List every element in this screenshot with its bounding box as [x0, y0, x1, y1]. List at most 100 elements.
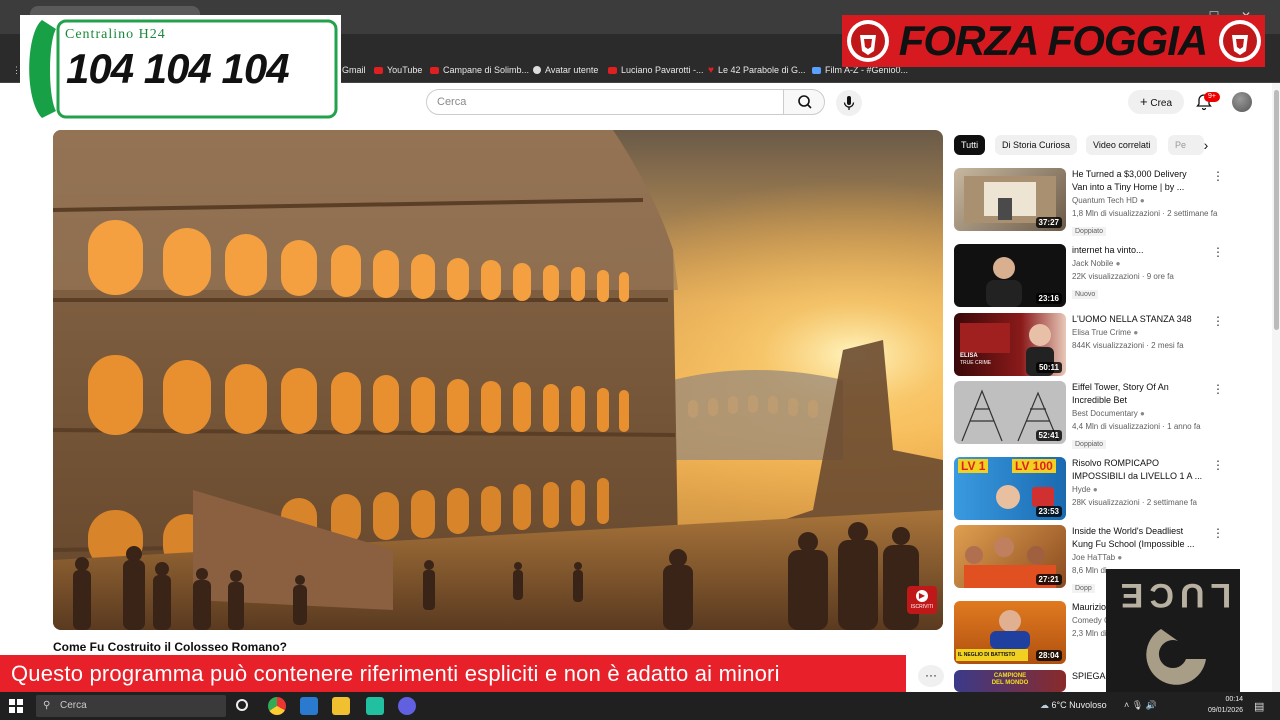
view-count: 1,8 Mln di visualizzazioni · 2 settimane… — [1072, 209, 1218, 218]
centralino-number: 104 104 104 — [66, 45, 290, 92]
thumb-label: TRUE CRIME — [960, 360, 992, 366]
mail-icon[interactable] — [300, 697, 318, 715]
kebab-menu-icon[interactable]: ⋮ — [1212, 315, 1224, 327]
windows-logo-icon — [9, 699, 23, 713]
verified-icon: ● — [1092, 485, 1098, 494]
channel-name[interactable]: Joe HaTTab — [1072, 553, 1115, 562]
video-thumbnail[interactable]: 37:27 — [954, 168, 1066, 231]
youtube-icon — [430, 66, 439, 74]
kebab-menu-icon[interactable]: ⋮ — [1212, 170, 1224, 182]
plus-icon: + — [1139, 94, 1148, 109]
view-count: 4,4 Mln di visualizzazioni · 1 anno fa — [1072, 422, 1201, 431]
recommendation-item[interactable]: 37:27 He Turned a $3,000 Delivery Van in… — [954, 168, 1244, 236]
video-player[interactable]: ▶ ISCRIVITI — [53, 130, 943, 630]
video-title: Come Fu Costruito il Colosseo Romano? — [53, 640, 288, 654]
avatar[interactable] — [1232, 92, 1252, 112]
recommendation-title[interactable]: Risolvo ROMPICAPO IMPOSSIBILI da LIVELLO… — [1072, 457, 1204, 483]
clock[interactable]: 00:14 09/01/2026 — [1203, 694, 1243, 716]
dubbed-badge: Dopp — [1072, 584, 1095, 593]
recommendation-item[interactable]: ELISA TRUE CRIME 50:11 L'UOMO NELLA STAN… — [954, 313, 1244, 377]
channel-name[interactable]: Hyde — [1072, 485, 1091, 494]
search-icon: ⚲ — [43, 700, 51, 711]
search-input[interactable]: Cerca — [426, 89, 784, 115]
thumb-label: IL NEGLIO DI BATTISTO — [956, 649, 1028, 661]
bookmark-parabole[interactable]: ♥ Le 42 Parabole di G... — [708, 63, 806, 77]
foggia-crest-icon — [847, 20, 889, 62]
video-frame-colosseum — [53, 130, 943, 630]
bookmark-youtube[interactable]: YouTube — [374, 63, 422, 77]
video-thumbnail[interactable]: 52:41 — [954, 381, 1066, 444]
scrollbar-thumb[interactable] — [1274, 90, 1279, 330]
notification-center-icon[interactable]: ▤ — [1254, 700, 1264, 713]
forza-text: FORZA FOGGIA — [898, 17, 1208, 64]
channel-name[interactable]: Elisa True Crime — [1072, 328, 1131, 337]
chrome-icon[interactable] — [268, 697, 286, 715]
video-thumbnail[interactable]: IL NEGLIO DI BATTISTO 28:04 — [954, 601, 1066, 664]
video-thumbnail[interactable]: ELISA TRUE CRIME 50:11 — [954, 313, 1066, 376]
search-button[interactable] — [783, 89, 825, 115]
centralino-overlay: Centralino H24 104 104 104 — [20, 15, 341, 121]
microphone-icon: 🎙 — [1131, 700, 1144, 710]
duration-badge: 23:53 — [1035, 506, 1062, 517]
bookmark-avatar[interactable]: Avatar utente — [533, 63, 598, 77]
chip-video-correlati[interactable]: Video correlati — [1086, 135, 1158, 155]
voice-search-button[interactable] — [836, 90, 862, 116]
system-tray[interactable]: ˄ 🎙 🔊 — [1124, 700, 1157, 711]
kebab-menu-icon[interactable]: ⋮ — [1212, 459, 1224, 471]
app-icon-2[interactable] — [398, 697, 416, 715]
recommendation-item[interactable]: 23:16 internet ha vinto... Jack Nobile ●… — [954, 244, 1244, 308]
forza-foggia-banner: FORZA FOGGIA — [842, 15, 1265, 67]
bookmark-pavarotti[interactable]: Luciano Pavarotti -... — [608, 63, 704, 77]
more-actions-button[interactable]: ··· — [918, 665, 944, 687]
verified-icon: ● — [1140, 409, 1145, 418]
chip-storia-curiosa[interactable]: Di Storia Curiosa — [995, 135, 1078, 155]
foggia-crest-icon — [1219, 20, 1261, 62]
youtube-icon — [374, 66, 383, 74]
recommendation-title[interactable]: L'UOMO NELLA STANZA 348 — [1072, 313, 1204, 326]
taskbar-search-input[interactable]: ⚲ Cerca — [36, 695, 226, 717]
chevron-right-icon[interactable]: › — [1197, 136, 1215, 154]
dubbed-badge: Doppiato — [1072, 227, 1107, 236]
verified-icon: ● — [1139, 196, 1145, 205]
warning-banner: Questo programma può contenere riferimen… — [0, 655, 906, 692]
duration-badge: 27:21 — [1035, 574, 1062, 585]
bookmark-gmail[interactable]: Gmail — [342, 63, 366, 77]
video-thumbnail[interactable]: 27:21 — [954, 525, 1066, 588]
kebab-menu-icon[interactable]: ⋮ — [1212, 383, 1224, 395]
globe-icon — [533, 66, 541, 74]
thumb-label: ELISA — [960, 353, 978, 359]
recommendation-title[interactable]: internet ha vinto... — [1072, 244, 1204, 257]
file-explorer-icon[interactable] — [332, 697, 350, 715]
chevron-up-icon: ˄ — [1124, 700, 1130, 710]
chip-all[interactable]: Tutti — [954, 135, 986, 155]
play-icon: ▶ — [916, 590, 928, 602]
recommendation-item[interactable]: 52:41 Eiffel Tower, Story Of An Incredib… — [954, 381, 1244, 449]
task-view-icon[interactable] — [236, 699, 248, 711]
recommendation-title[interactable]: Eiffel Tower, Story Of An Incredible Bet — [1072, 381, 1204, 407]
duration-badge: 28:04 — [1035, 650, 1062, 661]
kebab-menu-icon[interactable]: ⋮ — [1212, 527, 1224, 539]
video-thumbnail[interactable]: 23:16 — [954, 244, 1066, 307]
create-button[interactable]: + Crea — [1128, 90, 1184, 114]
recommendation-title[interactable]: He Turned a $3,000 Delivery Van into a T… — [1072, 168, 1204, 194]
channel-name[interactable]: Quantum Tech HD — [1072, 196, 1138, 205]
luce-logo: LUCE — [1106, 569, 1240, 693]
search-icon — [798, 95, 812, 109]
windows-start-icon[interactable] — [9, 699, 23, 713]
channel-name[interactable]: Best Documentary — [1072, 409, 1138, 418]
verified-icon: ● — [1115, 259, 1121, 268]
verified-icon: ● — [1133, 328, 1139, 337]
cloud-icon: ☁ — [1040, 700, 1049, 710]
app-icon[interactable] — [366, 697, 384, 715]
bookmark-campane[interactable]: Campane di Solimb... — [430, 63, 529, 77]
video-thumbnail[interactable]: LV 1 LV 100 23:53 — [954, 457, 1066, 520]
recommendation-item[interactable]: LV 1 LV 100 23:53 Risolvo ROMPICAPO IMPO… — [954, 457, 1244, 521]
new-badge: Nuovo — [1072, 290, 1099, 299]
channel-name[interactable]: Jack Nobile — [1072, 259, 1113, 268]
subscribe-watermark[interactable]: ▶ ISCRIVITI — [907, 586, 937, 614]
kebab-menu-icon[interactable]: ⋮ — [1212, 246, 1224, 258]
video-thumbnail[interactable]: CAMPIONE DEL MONDO — [954, 670, 1066, 692]
recommendation-title[interactable]: Inside the World's Deadliest Kung Fu Sch… — [1072, 525, 1204, 551]
view-count: 22K visualizzazioni · 9 ore fa — [1072, 272, 1174, 281]
weather-widget[interactable]: ☁ 6°C Nuvoloso — [1040, 700, 1107, 711]
